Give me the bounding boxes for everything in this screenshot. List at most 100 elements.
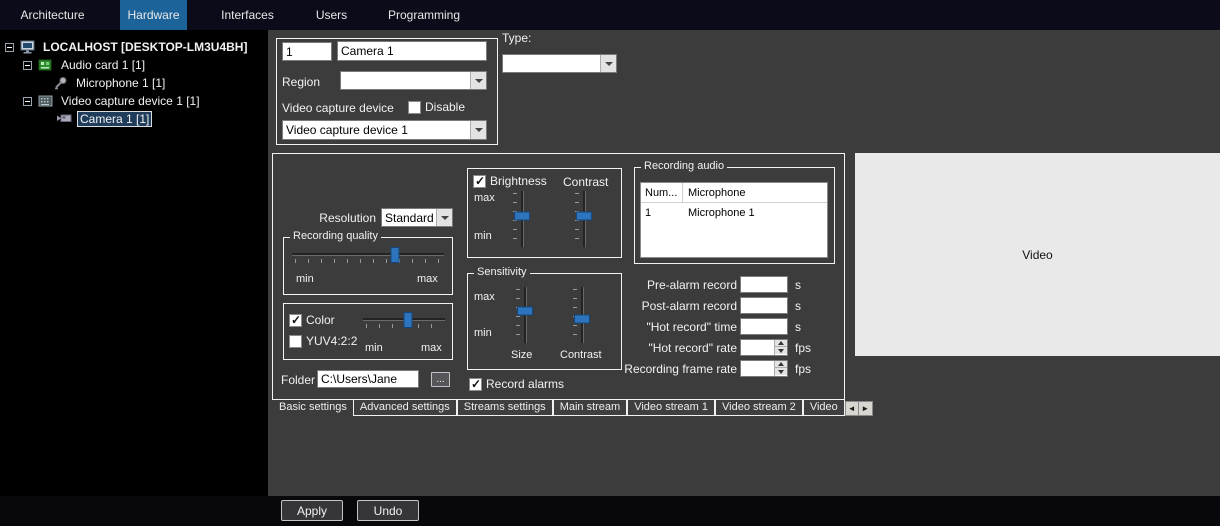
column-header-microphone: Microphone (688, 186, 746, 199)
tree-item-camera[interactable]: Camera 1 [1] (0, 110, 268, 128)
spin-down-icon[interactable] (775, 347, 787, 354)
app-window: Architecture Hardware Interfaces Users P… (0, 0, 1220, 526)
spinner-buttons (774, 361, 787, 376)
folder-browse-button[interactable]: ... (431, 372, 450, 387)
disable-checkbox[interactable]: Disable (408, 100, 465, 114)
yuv-checkbox[interactable]: YUV4:2:2 (289, 334, 357, 348)
tree-item-audio-card[interactable]: Audio card 1 [1] (0, 56, 268, 74)
menu-users[interactable]: Users (303, 0, 360, 30)
tab-basic-settings[interactable]: Basic settings (273, 400, 353, 416)
table-header: Num... Microphone (641, 183, 827, 203)
tree-item-video-capture-device[interactable]: Video capture device 1 [1] (0, 92, 268, 110)
hot-record-time-unit: s (795, 320, 801, 334)
video-capture-device-label: Video capture device (282, 101, 394, 115)
contrast-slider[interactable] (574, 191, 592, 247)
color-checkbox[interactable]: Color (289, 313, 335, 327)
tab-advanced-settings[interactable]: Advanced settings (352, 400, 457, 416)
recording-quality-max-label: max (417, 273, 438, 285)
post-alarm-record-unit: s (795, 299, 801, 313)
collapse-toggle-icon[interactable] (23, 60, 32, 70)
recording-frame-rate-spinner[interactable] (740, 360, 788, 377)
menu-interfaces[interactable]: Interfaces (210, 0, 285, 30)
resolution-label: Resolution (319, 211, 376, 225)
hot-record-rate-input[interactable] (741, 340, 774, 355)
brightness-max-label: max (474, 192, 495, 204)
slider-track (292, 253, 444, 256)
tab-video-stream-2[interactable]: Video stream 2 (715, 400, 803, 416)
device-tree: LOCALHOST [DESKTOP-LM3U4BH] Audio card 1… (0, 30, 268, 496)
tree-item-microphone[interactable]: Microphone 1 [1] (0, 74, 268, 92)
region-label: Region (282, 75, 321, 89)
chevron-down-icon (470, 121, 486, 139)
brightness-slider[interactable] (512, 191, 530, 247)
tab-video[interactable]: Video (802, 400, 845, 416)
tab-main-stream[interactable]: Main stream (552, 400, 628, 416)
brightness-checkbox[interactable]: Brightness (473, 174, 547, 188)
slider-thumb[interactable] (576, 211, 592, 221)
resolution-select-value: Standard (385, 211, 434, 225)
slider-thumb[interactable] (574, 314, 590, 324)
type-select[interactable] (502, 54, 617, 73)
tree-item-label: Video capture device 1 [1] (61, 94, 200, 108)
spinner-buttons (774, 340, 787, 355)
menu-hardware[interactable]: Hardware (120, 0, 187, 30)
color-slider-max-label: max (421, 342, 442, 354)
collapse-toggle-icon[interactable] (23, 96, 32, 106)
record-alarms-checkbox[interactable]: Record alarms (469, 377, 564, 391)
spin-up-icon[interactable] (775, 340, 787, 347)
sensitivity-title: Sensitivity (474, 266, 530, 278)
size-label: Size (511, 349, 533, 361)
sensitivity-contrast-label: Contrast (560, 349, 602, 361)
recording-audio-title: Recording audio (641, 160, 728, 172)
table-row[interactable]: 1 Microphone 1 (641, 203, 827, 223)
tree-item-label: LOCALHOST [DESKTOP-LM3U4BH] (43, 40, 248, 54)
undo-button[interactable]: Undo (357, 500, 419, 521)
chevron-down-icon (470, 72, 486, 89)
hot-record-rate-spinner[interactable] (740, 339, 788, 356)
device-number-input[interactable] (282, 42, 332, 61)
slider-thumb[interactable] (514, 211, 530, 221)
tab-video-stream-1[interactable]: Video stream 1 (627, 400, 716, 416)
sensitivity-max-label: max (474, 291, 495, 303)
tree-item-localhost[interactable]: LOCALHOST [DESKTOP-LM3U4BH] (0, 38, 268, 56)
folder-label: Folder (281, 373, 316, 387)
menu-programming[interactable]: Programming (383, 0, 465, 30)
slider-thumb[interactable] (517, 306, 533, 316)
apply-button[interactable]: Apply (281, 500, 343, 521)
post-alarm-record-input[interactable] (740, 297, 788, 314)
recording-quality-group (283, 237, 453, 295)
tab-scroll-left-icon[interactable]: ◄ (844, 401, 859, 416)
checkbox-box (289, 334, 302, 348)
tree-item-label: Camera 1 [1] (77, 111, 153, 127)
sensitivity-size-slider[interactable] (515, 287, 533, 343)
pre-alarm-record-unit: s (795, 278, 801, 292)
region-select[interactable] (340, 71, 487, 90)
pre-alarm-record-input[interactable] (740, 276, 788, 293)
menu-bar: Architecture Hardware Interfaces Users P… (0, 0, 1220, 30)
audio-card-icon (38, 58, 55, 72)
tab-scroll-right-icon[interactable]: ► (858, 401, 873, 416)
folder-input[interactable] (317, 370, 419, 388)
disable-checkbox-label: Disable (425, 100, 466, 114)
camera-icon (56, 112, 73, 126)
tab-streams-settings[interactable]: Streams settings (456, 400, 553, 416)
color-slider[interactable] (363, 312, 445, 330)
recording-quality-slider[interactable] (292, 247, 444, 265)
brightness-checkbox-label: Brightness (490, 174, 547, 188)
recording-frame-rate-unit: fps (795, 362, 812, 376)
menu-architecture[interactable]: Architecture (10, 0, 95, 30)
resolution-select[interactable]: Standard (381, 208, 453, 227)
video-capture-device-select[interactable]: Video capture device 1 (282, 120, 487, 140)
slider-thumb[interactable] (403, 312, 413, 328)
spin-up-icon[interactable] (775, 361, 787, 368)
spin-down-icon[interactable] (775, 368, 787, 375)
chevron-down-icon (600, 55, 616, 72)
brightness-min-label: min (474, 230, 492, 242)
hot-record-time-input[interactable] (740, 318, 788, 335)
recording-frame-rate-input[interactable] (741, 361, 774, 376)
video-preview-panel: Video (855, 153, 1220, 356)
sensitivity-contrast-slider[interactable] (572, 287, 590, 343)
device-name-input[interactable] (337, 41, 487, 61)
slider-thumb[interactable] (390, 247, 400, 263)
collapse-toggle-icon[interactable] (5, 42, 14, 52)
